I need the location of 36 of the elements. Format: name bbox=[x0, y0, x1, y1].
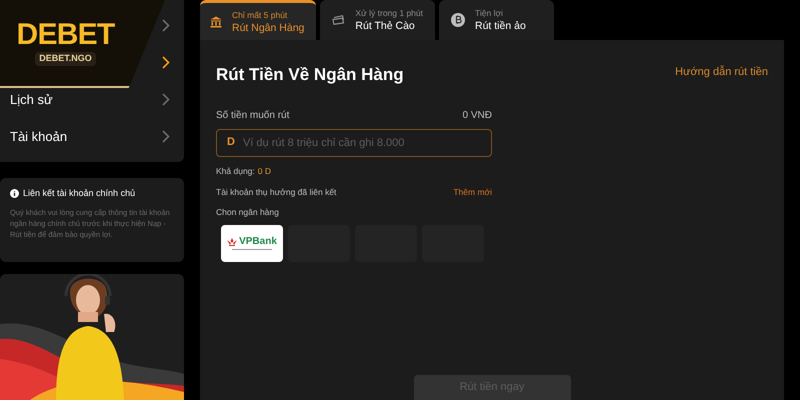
bank-name: VPBank bbox=[239, 236, 277, 247]
tab-label: Rút tiền ảo bbox=[475, 19, 526, 33]
tab-label: Rút Thẻ Cào bbox=[355, 19, 416, 33]
amount-label: Số tiền muốn rút bbox=[216, 108, 290, 122]
bank-picker-label: Chon ngân hàng bbox=[216, 206, 280, 219]
menu-item[interactable]: Lịch sử bbox=[0, 81, 184, 118]
cards-icon bbox=[332, 14, 346, 26]
tab-caption: Chỉ mất 5 phút bbox=[232, 8, 288, 20]
tab-label: Rút Ngân Hàng bbox=[232, 20, 304, 34]
logo-wordmark: DEBET bbox=[16, 20, 114, 50]
tab-caption: Xử lý trong 1 phút bbox=[355, 7, 423, 19]
available-value: 0 D bbox=[258, 164, 271, 178]
menu-item[interactable]: Tài khoản bbox=[0, 118, 184, 155]
lotus-icon bbox=[227, 238, 238, 246]
amount-input[interactable]: Ví dụ rút 8 triệu chỉ cần ghi 8.000 bbox=[242, 130, 491, 156]
amount-value: 0 VNĐ bbox=[462, 108, 492, 122]
amount-field[interactable]: D Ví dụ rút 8 triệu chỉ cần ghi 8.000 bbox=[216, 128, 492, 156]
tab[interactable]: Chỉ mất 5 phút Rút Ngân Hàng bbox=[200, 0, 316, 40]
info-title: Liên kết tài khoản chính chủ bbox=[23, 187, 136, 200]
tab[interactable]: Xử lý trong 1 phút Rút Thẻ Cào bbox=[320, 0, 435, 40]
info-icon bbox=[10, 189, 19, 198]
chevron-icon bbox=[162, 93, 170, 106]
guide-link[interactable]: Hướng dẫn rút tiền bbox=[675, 64, 768, 80]
tagline-line bbox=[232, 248, 272, 250]
available-label: Khả dụng: bbox=[216, 164, 255, 178]
coin-icon bbox=[451, 13, 465, 27]
add-new-link[interactable]: Thêm mới bbox=[453, 186, 492, 199]
bank-icon bbox=[210, 16, 222, 28]
linked-accounts-label: Tài khoản thụ hưởng đã liên kết bbox=[216, 186, 336, 199]
currency-prefix: D bbox=[227, 135, 235, 150]
logo-domain: DEBET.NGO bbox=[35, 52, 96, 66]
tab[interactable]: Tiện lợi Rút tiền ảo bbox=[439, 0, 554, 40]
page-title: Rút Tiền Về Ngân Hàng bbox=[216, 64, 404, 86]
chevron-icon bbox=[162, 130, 170, 143]
tab-caption: Tiện lợi bbox=[475, 7, 504, 19]
bank-tile[interactable]: VPBank bbox=[221, 224, 283, 262]
